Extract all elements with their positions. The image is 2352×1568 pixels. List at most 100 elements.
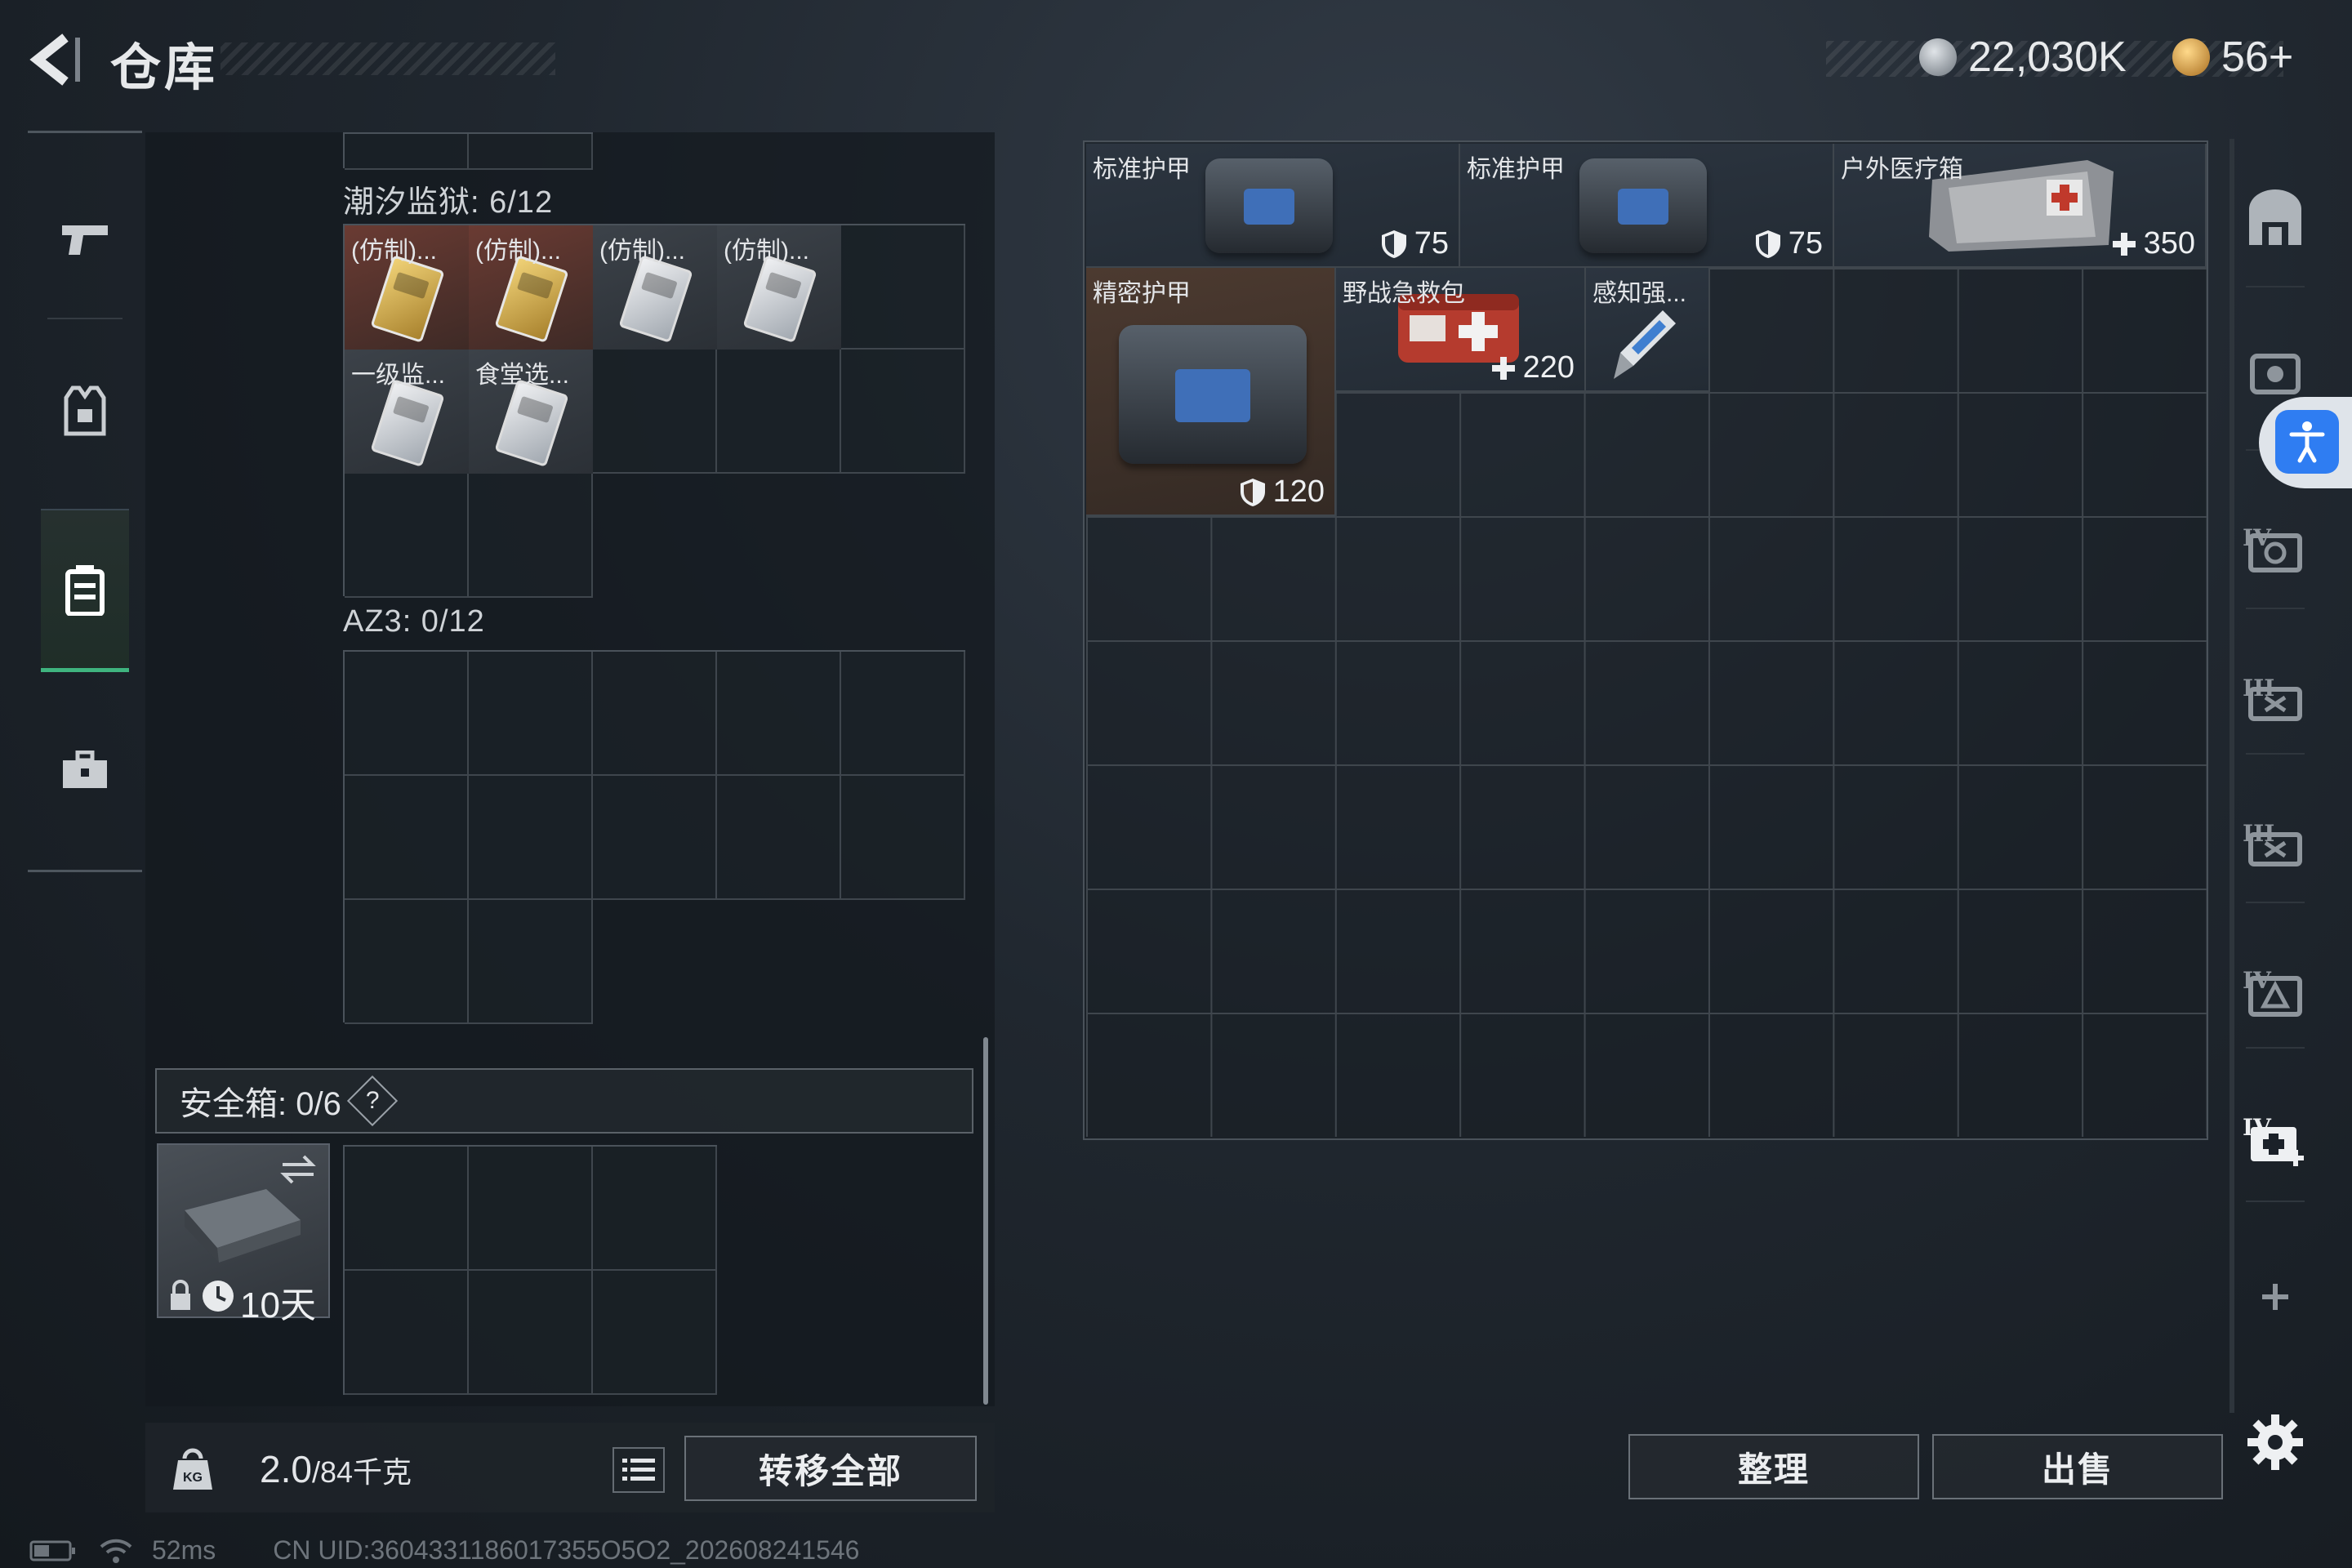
item-name: (仿制)... bbox=[724, 238, 809, 265]
stash-tab-medical-case-icon[interactable] bbox=[2244, 1106, 2306, 1168]
grid-cell[interactable] bbox=[345, 652, 469, 776]
stash-tab-hazard-case-icon[interactable] bbox=[2244, 957, 2306, 1019]
item-value: 75 bbox=[1414, 226, 1449, 261]
nav-backpack[interactable] bbox=[41, 509, 129, 672]
nav-armor[interactable] bbox=[41, 329, 129, 492]
clock-icon bbox=[203, 1281, 234, 1312]
safe-box-item[interactable]: 10天 bbox=[157, 1143, 330, 1325]
az3-grid bbox=[343, 650, 965, 1024]
item-name: (仿制)... bbox=[351, 238, 437, 265]
grid-cell[interactable] bbox=[345, 1147, 469, 1271]
item-durability: 120 bbox=[1239, 474, 1325, 510]
item-value: 220 bbox=[1522, 350, 1575, 385]
item-name: 感知强... bbox=[1592, 280, 1687, 307]
stash-item-standard-armor[interactable]: 标准护甲 75 bbox=[1086, 144, 1460, 268]
item-name: 精密护甲 bbox=[1093, 280, 1191, 307]
stash-item-field-first-aid[interactable]: 野战急救包 220 bbox=[1336, 268, 1586, 392]
safe-box-header: 安全箱: 0/6 ? bbox=[155, 1068, 973, 1134]
backpack-scrollbar[interactable] bbox=[983, 1037, 988, 1405]
item-name: 标准护甲 bbox=[1467, 156, 1565, 183]
shield-icon bbox=[1240, 478, 1265, 506]
item-name: (仿制)... bbox=[475, 238, 561, 265]
az3-label: AZ3: 0/12 bbox=[343, 604, 485, 639]
shield-icon bbox=[1755, 229, 1780, 258]
safe-box-timer: 10天 bbox=[240, 1285, 316, 1325]
stash-item-perception-booster[interactable]: 感知强... bbox=[1586, 268, 1710, 392]
sort-button[interactable]: 整理 bbox=[1628, 1434, 1919, 1499]
grid-cell[interactable] bbox=[345, 776, 469, 900]
grid-cell[interactable] bbox=[717, 652, 841, 776]
currency-b[interactable]: 56+ bbox=[2172, 33, 2293, 82]
grid-cell bbox=[469, 134, 593, 170]
grid-cell[interactable] bbox=[841, 776, 965, 900]
grid-cell[interactable] bbox=[717, 776, 841, 900]
help-button[interactable]: ? bbox=[346, 1075, 398, 1127]
tidal-prison-label: 潮汐监狱: 6/12 bbox=[343, 185, 554, 220]
grid-cell[interactable] bbox=[469, 900, 593, 1024]
swap-icon[interactable] bbox=[279, 1153, 317, 1186]
grid-cell[interactable] bbox=[345, 1271, 469, 1395]
item-heal-value: 350 bbox=[2111, 226, 2195, 261]
stash-tab-rail bbox=[2230, 139, 2234, 1413]
tab-divider bbox=[2246, 1047, 2305, 1049]
transfer-all-button[interactable]: 转移全部 bbox=[684, 1436, 977, 1501]
keycard-item[interactable]: (仿制)... bbox=[469, 225, 593, 350]
grid-cell[interactable] bbox=[593, 652, 717, 776]
nav-supplies[interactable] bbox=[41, 688, 129, 852]
grid-cell bbox=[841, 225, 965, 350]
gear-icon[interactable] bbox=[2244, 1411, 2306, 1473]
grid-cell[interactable] bbox=[469, 1271, 593, 1395]
stash-tab-ammo-case-icon[interactable] bbox=[2244, 665, 2306, 727]
item-name: (仿制)... bbox=[599, 238, 685, 265]
keycard-item[interactable]: (仿制)... bbox=[345, 225, 469, 350]
weight-icon: KG bbox=[173, 1448, 212, 1490]
currency-a-value: 22,030K bbox=[1968, 33, 2127, 81]
currency-a[interactable]: 22,030K bbox=[1919, 33, 2127, 82]
grid-cell[interactable] bbox=[469, 776, 593, 900]
back-arrow-icon[interactable] bbox=[26, 31, 83, 88]
add-tab-icon[interactable] bbox=[2244, 1266, 2306, 1328]
keycard-item[interactable]: (仿制)... bbox=[717, 225, 841, 350]
grid-cell[interactable] bbox=[469, 1147, 593, 1271]
keycard-item[interactable]: 食堂选... bbox=[469, 350, 593, 474]
silver-keycard-icon bbox=[494, 379, 569, 467]
grid-cell[interactable] bbox=[593, 776, 717, 900]
safe-case-icon bbox=[185, 1189, 301, 1263]
tab-divider bbox=[2246, 902, 2305, 903]
stash-item-outdoor-medkit[interactable]: 户外医疗箱 350 bbox=[1834, 144, 2207, 268]
item-name: 野战急救包 bbox=[1343, 280, 1465, 307]
list-view-button[interactable] bbox=[612, 1447, 665, 1493]
item-value: 120 bbox=[1272, 474, 1325, 509]
keycard-item[interactable]: 一级监... bbox=[345, 350, 469, 474]
stash-tab-weapon-case-icon[interactable] bbox=[2244, 810, 2306, 872]
item-value: 75 bbox=[1788, 226, 1823, 261]
previous-section-tail bbox=[343, 132, 593, 170]
grid-cell[interactable] bbox=[593, 1147, 717, 1271]
item-durability: 75 bbox=[1380, 226, 1449, 261]
grid-cell bbox=[841, 350, 965, 474]
ping-readout: 52ms bbox=[152, 1535, 216, 1565]
grid-cell[interactable] bbox=[469, 652, 593, 776]
stash-item-precision-armor[interactable]: 精密护甲 120 bbox=[1086, 268, 1336, 516]
nav-weapons[interactable] bbox=[41, 158, 129, 321]
plus-icon bbox=[2112, 232, 2136, 256]
stash-tab-nav: IV III III IV IV bbox=[2230, 139, 2319, 1470]
keycard-item[interactable]: (仿制)... bbox=[593, 225, 717, 350]
sell-button[interactable]: 出售 bbox=[1932, 1434, 2223, 1499]
weight-current: 2.0 bbox=[260, 1448, 312, 1490]
header: 仓库 22,030K 56+ bbox=[0, 0, 2352, 114]
armor-vest-icon bbox=[1579, 158, 1707, 253]
grid-cell[interactable] bbox=[345, 900, 469, 1024]
page-title: 仓库 bbox=[110, 40, 219, 96]
injector-icon bbox=[1614, 310, 1676, 379]
stash-item-standard-armor[interactable]: 标准护甲 75 bbox=[1460, 144, 1834, 268]
accessibility-button[interactable] bbox=[2259, 397, 2352, 488]
tab-divider bbox=[2246, 1200, 2305, 1202]
grid-cell[interactable] bbox=[593, 1271, 717, 1395]
home-stash-icon[interactable] bbox=[2244, 186, 2306, 248]
stash-tab-pouch-icon[interactable] bbox=[2244, 338, 2306, 400]
grid-cell[interactable] bbox=[841, 652, 965, 776]
weight-readout: 2.0/84千克 bbox=[260, 1447, 412, 1491]
stash-tab-case-icon[interactable] bbox=[2244, 514, 2306, 577]
list-icon bbox=[622, 1459, 655, 1481]
